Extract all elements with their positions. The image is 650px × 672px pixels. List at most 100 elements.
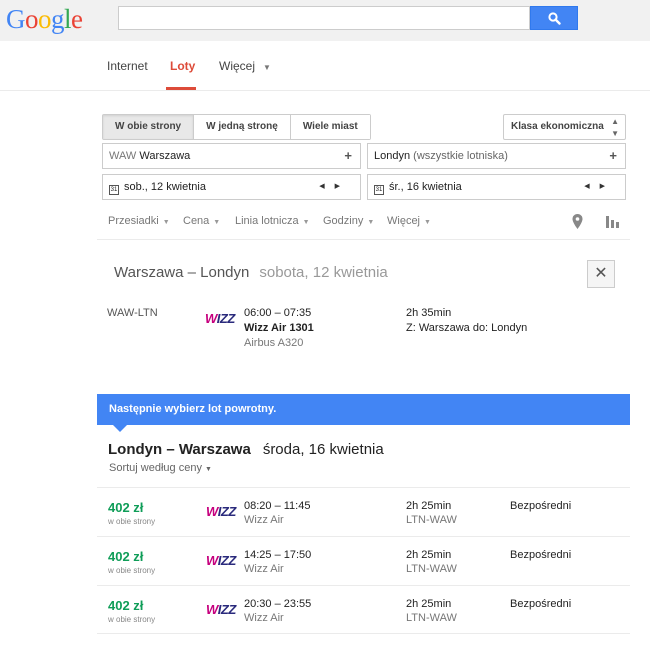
flight-result-row[interactable]: 402 zł w obie strony WIZZ 20:30 – 23:55 … (97, 585, 630, 634)
logo-letter: o (38, 4, 52, 34)
up-down-arrows-icon: ▲ ▼ (611, 117, 619, 138)
trip-type-round-trip[interactable]: W obie strony (103, 115, 195, 139)
tab-flights[interactable]: Loty (170, 59, 195, 73)
map-pin-icon[interactable] (572, 214, 583, 229)
destination-name: Londyn (374, 150, 411, 162)
outbound-date: sobota, 12 kwietnia (259, 264, 388, 281)
trip-type-one-way[interactable]: W jedną stronę (194, 115, 291, 139)
wizz-air-logo-icon: WIZZ (206, 553, 236, 568)
outbound-heading: Warszawa – Londyn sobota, 12 kwietnia (114, 264, 388, 281)
wizz-air-logo-icon: WIZZ (206, 504, 236, 519)
trip-type-multi-city[interactable]: Wiele miast (290, 115, 370, 139)
flight-times: 20:30 – 23:55 (244, 598, 312, 610)
logo-part: IZZ (216, 311, 236, 326)
filter-label: Przesiadki (108, 215, 159, 227)
trip-type-selector: W obie strony W jedną stronę Wiele miast (102, 114, 371, 140)
filter-more[interactable]: Więcej ▼ (387, 215, 431, 227)
price-note: w obie strony (108, 615, 156, 624)
logo-part: IZZ (217, 553, 237, 568)
price-note: w obie strony (108, 517, 156, 526)
return-date-field[interactable]: 31 śr., 16 kwietnia ◀▶ (367, 174, 626, 200)
price-note: w obie strony (108, 566, 156, 575)
flight-price: 402 zł (108, 598, 144, 613)
logo-letter: G (6, 4, 26, 34)
google-logo[interactable]: Google (6, 4, 83, 34)
wizz-air-logo-icon: WIZZ (205, 311, 235, 326)
tab-internet[interactable]: Internet (107, 59, 148, 73)
logo-letter: g (51, 4, 65, 34)
origin-name: Warszawa (139, 150, 191, 162)
flight-airline: Wizz Air (244, 563, 284, 575)
flight-result-row[interactable]: 402 zł w obie strony WIZZ 14:25 – 17:50 … (97, 536, 630, 585)
flight-stops: Bezpośredni (510, 598, 572, 610)
sort-label: Sortuj według ceny (109, 462, 202, 474)
filter-price[interactable]: Cena ▼ (183, 215, 220, 227)
logo-part: IZZ (217, 602, 237, 617)
flight-airline: Wizz Air (244, 514, 284, 526)
origin-field[interactable]: WAW Warszawa + (102, 143, 361, 169)
search-button[interactable] (530, 6, 578, 30)
outbound-segment: WAW-LTN (107, 307, 158, 319)
search-icon (547, 11, 561, 25)
logo-part: IZZ (217, 504, 237, 519)
outbound-aircraft: Airbus A320 (244, 337, 304, 349)
top-bar: Google (0, 0, 650, 41)
add-destination-icon[interactable]: + (609, 144, 617, 168)
flight-times: 08:20 – 11:45 (244, 500, 311, 512)
flight-route: LTN-WAW (406, 514, 457, 526)
flight-stops: Bezpośredni (510, 549, 572, 561)
filter-times[interactable]: Godziny ▼ (323, 215, 374, 227)
logo-part: W (206, 602, 218, 617)
caret-down-icon: ▼ (213, 219, 221, 226)
logo-letter: l (64, 4, 72, 34)
caret-down-icon: ▼ (263, 63, 271, 72)
caret-down-icon: ▼ (162, 219, 170, 226)
date-prev-next-icon[interactable]: ◀▶ (319, 175, 350, 199)
filter-label: Godziny (323, 215, 364, 227)
depart-date: sob., 12 kwietnia (124, 181, 206, 193)
clear-outbound-button[interactable]: ✕ (587, 260, 615, 288)
flight-route: LTN-WAW (406, 563, 457, 575)
caret-down-icon: ▼ (302, 219, 310, 226)
flight-route: LTN-WAW (406, 612, 457, 624)
flight-stops: Bezpośredni (510, 500, 572, 512)
search-input[interactable] (118, 6, 530, 30)
flight-times: 14:25 – 17:50 (244, 549, 312, 561)
filter-label: Cena (183, 215, 210, 227)
active-tab-indicator (166, 87, 196, 90)
outbound-times: 06:00 – 07:35 (244, 307, 312, 319)
destination-suffix: (wszystkie lotniska) (413, 150, 508, 162)
caret-down-icon: ▼ (424, 219, 431, 226)
calendar-icon: 31 (109, 185, 119, 195)
cabin-class-label: Klasa ekonomiczna (511, 121, 604, 132)
return-route: Londyn – Warszawa (108, 441, 251, 458)
caret-down-icon: ▼ (367, 219, 375, 226)
return-date-label: środa, 16 kwietnia (262, 441, 384, 458)
flight-result-row[interactable]: 402 zł w obie strony WIZZ 08:20 – 11:45 … (97, 487, 630, 536)
logo-letter: e (71, 4, 83, 34)
bar-chart-icon[interactable] (606, 215, 619, 228)
outbound-flight-number: Wizz Air 1301 (244, 322, 314, 334)
cabin-class-select[interactable]: Klasa ekonomiczna ▲ ▼ (503, 114, 626, 140)
banner-notch (113, 425, 127, 432)
filter-label: Linia lotnicza (235, 215, 299, 227)
filter-airline[interactable]: Linia lotnicza ▼ (235, 215, 310, 227)
outbound-route: Warszawa – Londyn (114, 264, 250, 281)
depart-date-field[interactable]: 31 sob., 12 kwietnia ◀▶ (102, 174, 361, 200)
flight-duration: 2h 25min (406, 549, 452, 561)
add-origin-icon[interactable]: + (344, 144, 352, 168)
sort-by-price-menu[interactable]: Sortuj według ceny ▼ (109, 462, 212, 474)
destination-field[interactable]: Londyn (wszystkie lotniska) + (367, 143, 626, 169)
flight-airline: Wizz Air (244, 612, 284, 624)
date-prev-next-icon[interactable]: ◀▶ (584, 175, 615, 199)
logo-part: W (206, 553, 218, 568)
filter-stops[interactable]: Przesiadki ▼ (108, 215, 170, 227)
filter-bar: Przesiadki ▼ Cena ▼ Linia lotnicza ▼ Godzin… (97, 205, 630, 240)
logo-part: W (206, 504, 218, 519)
logo-letter: o (25, 4, 39, 34)
outbound-from-to: Z: Warszawa do: Londyn (406, 322, 528, 334)
outbound-duration: 2h 35min (406, 307, 452, 319)
tab-more[interactable]: Więcej ▼ (219, 59, 271, 73)
next-step-banner: Następnie wybierz lot powrotny. (97, 394, 630, 425)
flight-price: 402 zł (108, 549, 144, 564)
